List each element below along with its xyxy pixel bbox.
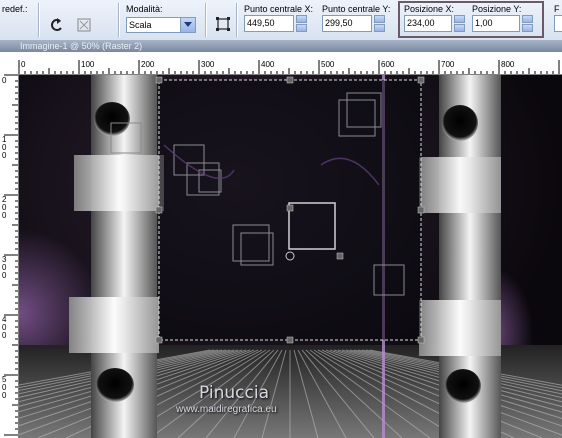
- preset-label: redef.:: [2, 4, 28, 14]
- flip-icon[interactable]: [74, 15, 94, 35]
- horizontal-ruler: 0 100 200 300 400 500 600 700 800: [0, 52, 562, 75]
- mode-select-value: Scala: [129, 20, 152, 30]
- center-x-spinner[interactable]: [296, 15, 307, 32]
- document-title-bar: Immagine-1 @ 50% (Raster 2): [0, 40, 562, 52]
- ruler-tick-label: 100: [2, 135, 7, 160]
- left-pillar-band-top: [74, 155, 164, 211]
- center-x-input[interactable]: 449,50: [244, 15, 294, 32]
- mode-select[interactable]: Scala: [126, 17, 196, 33]
- position-highlight-frame: [398, 1, 544, 38]
- trailing-input[interactable]: [554, 15, 562, 32]
- reset-icon[interactable]: [47, 15, 67, 35]
- center-y-input[interactable]: 299,50: [322, 15, 372, 32]
- center-handle-icon[interactable]: [213, 14, 233, 34]
- ruler-tick-label: 400: [2, 315, 7, 340]
- canvas-artwork: [19, 75, 562, 438]
- ruler-tick-label: 200: [141, 60, 155, 69]
- ruler-tick-label: 0: [2, 76, 7, 85]
- toolbar-separator: [38, 3, 40, 37]
- right-pillar-band-top: [419, 157, 501, 213]
- spin-up-icon[interactable]: [374, 15, 385, 23]
- ruler-tick-label: 300: [201, 60, 215, 69]
- ruler-tick-label: 500: [2, 375, 7, 400]
- right-pillar-band-bottom: [419, 300, 501, 356]
- ruler-tick-label: 300: [2, 255, 7, 280]
- watermark-url: www.maidiregrafica.eu: [176, 404, 277, 415]
- ruler-tick-label: 700: [441, 60, 455, 69]
- center-y-spinner[interactable]: [374, 15, 385, 32]
- ruler-tick-label: 500: [321, 60, 335, 69]
- image-canvas[interactable]: Pinuccia www.maidiregrafica.eu: [19, 75, 562, 438]
- left-pillar-hole-bottom: [96, 368, 134, 402]
- left-pillar-hole-top: [94, 102, 130, 136]
- left-pillar-band-bottom: [69, 297, 159, 353]
- ruler-tick-label: 0: [21, 60, 26, 69]
- mode-label: Modalità:: [126, 4, 163, 14]
- ruler-tick-label: 200: [2, 195, 7, 220]
- spin-down-icon[interactable]: [296, 24, 307, 32]
- tool-options-toolbar: redef.: Modalità: Scala Punto centrale X…: [0, 0, 562, 41]
- chevron-down-icon[interactable]: [180, 18, 195, 32]
- toolbar-separator: [118, 3, 120, 37]
- spin-up-icon[interactable]: [296, 15, 307, 23]
- toolbar-separator: [236, 3, 238, 37]
- right-pillar-hole-top: [442, 105, 478, 141]
- ruler-tick-label: 800: [501, 60, 515, 69]
- ruler-tick-label: 100: [81, 60, 95, 69]
- spin-down-icon[interactable]: [374, 24, 385, 32]
- right-pillar-hole-bottom: [445, 369, 481, 403]
- document-title: Immagine-1 @ 50% (Raster 2): [20, 41, 143, 51]
- watermark-name: Pinuccia: [199, 383, 269, 403]
- toolbar-separator: [205, 3, 207, 37]
- ruler-tick-label: 400: [261, 60, 275, 69]
- vertical-ruler: 0 100 200 300 400 500: [0, 74, 19, 438]
- center-y-label: Punto centrale Y:: [322, 4, 391, 14]
- trailing-label: F: [554, 4, 560, 14]
- ruler-tick-label: 600: [381, 60, 395, 69]
- center-x-label: Punto centrale X:: [244, 4, 314, 14]
